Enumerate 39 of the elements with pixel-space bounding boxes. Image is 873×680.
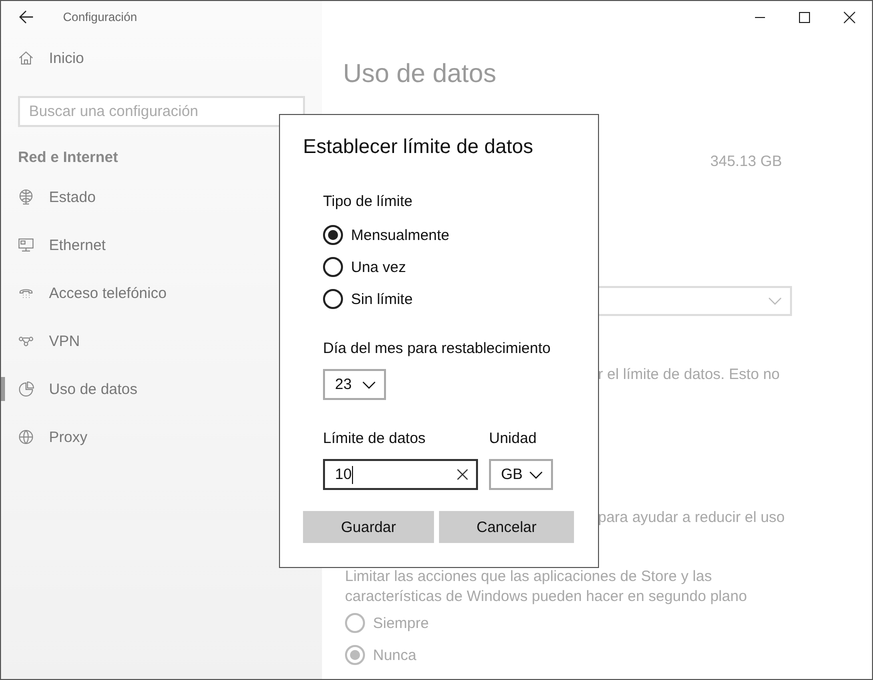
- chevron-icon: [529, 470, 543, 478]
- sidebar-item[interactable]: Estado: [1, 173, 258, 221]
- radio-option[interactable]: Nunca: [345, 639, 420, 671]
- search-field[interactable]: Buscar una configuración: [18, 96, 305, 127]
- radio-option[interactable]: Siempre: [345, 607, 433, 639]
- limit-input-field[interactable]: 10: [323, 459, 478, 490]
- save-button[interactable]: Guardar: [303, 511, 434, 543]
- radio-option[interactable]: Mensualmente: [323, 219, 454, 251]
- field-label: Unidad: [489, 429, 537, 449]
- chevron-icon: [768, 297, 782, 305]
- dialog-title: Establecer límite de datos: [303, 135, 534, 160]
- cancel-button[interactable]: Cancelar: [439, 511, 574, 543]
- radio-option[interactable]: Sin límite: [323, 283, 417, 315]
- sidebar-item[interactable]: Proxy: [1, 413, 258, 461]
- unit-dropdown[interactable]: GB: [489, 459, 553, 490]
- description-text: Limitar las acciones que las aplicaciones de Store y las características de Windows pueden hacer en segundo plano: [345, 567, 748, 607]
- radio-option[interactable]: Una vez: [323, 251, 410, 283]
- globe-monitor-icon: [18, 189, 34, 205]
- home-icon: [18, 50, 34, 66]
- sidebar-item[interactable]: VPN: [1, 317, 258, 365]
- field-label: Límite de datos: [323, 429, 426, 449]
- description-text: r el límite de datos. Esto no: [598, 365, 781, 385]
- home-link[interactable]: Inicio: [1, 41, 322, 75]
- monitor-icon: [18, 237, 34, 253]
- data-total: 345.13 GB: [709, 152, 783, 172]
- window-title: Configuración: [63, 10, 138, 24]
- field-label: Tipo de límite: [323, 192, 412, 212]
- clear-icon[interactable]: [457, 469, 468, 480]
- globe-icon: [18, 429, 34, 445]
- sidebar-item[interactable]: Acceso telefónico: [1, 269, 258, 317]
- page-title: Uso de datos: [343, 57, 498, 90]
- day-dropdown[interactable]: 23: [323, 369, 386, 400]
- field-label: Día del mes para restablecimiento: [323, 339, 551, 359]
- pie-chart-icon: [18, 381, 34, 397]
- sidebar-item[interactable]: Ethernet: [1, 221, 258, 269]
- section-title: Red e Internet: [18, 148, 120, 168]
- description-text: para ayudar a reducir el uso: [598, 508, 786, 528]
- sidebar-item[interactable]: Uso de datos: [1, 365, 258, 413]
- chevron-icon: [362, 380, 376, 388]
